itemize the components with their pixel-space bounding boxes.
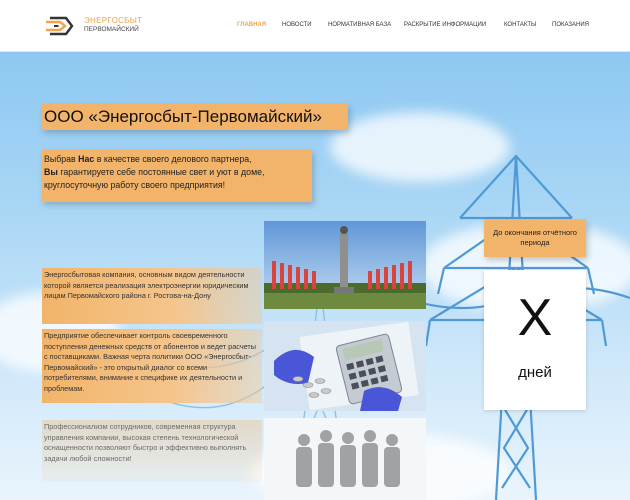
- intro-emphasis-us: Нас: [78, 154, 95, 164]
- about-paragraph-3: Профессионализм сотрудников, современная…: [42, 420, 262, 482]
- page-title: ООО «Энергосбыт-Первомайский»: [44, 107, 322, 126]
- deadline-label: До окончания отчётного периода: [484, 219, 586, 257]
- intro-text-part: в качестве своего делового партнера,: [94, 154, 252, 164]
- main-nav: ГЛАВНАЯ НОВОСТИ НОРМАТИВНАЯ БАЗА РАСКРЫТ…: [0, 22, 630, 32]
- days-counter-value: X: [517, 289, 553, 347]
- days-counter-unit: дней: [518, 364, 552, 381]
- nav-regulations[interactable]: НОРМАТИВНАЯ БАЗА: [328, 22, 391, 28]
- nav-readings[interactable]: ПОКАЗАНИЯ: [552, 22, 589, 28]
- site-header: ЭНЕРГОСБЫТ ПЕРВОМАЙСКИЙ ГЛАВНАЯ НОВОСТИ …: [0, 0, 630, 52]
- about-paragraph-2: Предприятие обеспечивает контроль своевр…: [42, 329, 262, 403]
- about-paragraph-1: Энергосбытовая компания, основным видом …: [42, 268, 262, 324]
- calculator-photo: [264, 321, 426, 411]
- nav-news[interactable]: НОВОСТИ: [282, 22, 312, 28]
- days-counter: X дней: [484, 270, 586, 410]
- intro-text-part: гарантируете себе постоянные свет и уют …: [44, 167, 265, 190]
- intro-text-part: Выбрав: [44, 154, 79, 164]
- team-photo: [264, 418, 426, 500]
- intro-emphasis-you: Вы: [44, 167, 58, 177]
- nav-home[interactable]: ГЛАВНАЯ: [237, 22, 266, 28]
- page-title-box: ООО «Энергосбыт-Первомайский»: [42, 104, 348, 130]
- intro-text: Выбрав Нас в качестве своего делового па…: [42, 150, 312, 202]
- nav-contacts[interactable]: КОНТАКТЫ: [504, 22, 536, 28]
- monument-photo: [264, 221, 426, 309]
- nav-disclosure[interactable]: РАСКРЫТИЕ ИНФОРМАЦИИ: [404, 22, 486, 28]
